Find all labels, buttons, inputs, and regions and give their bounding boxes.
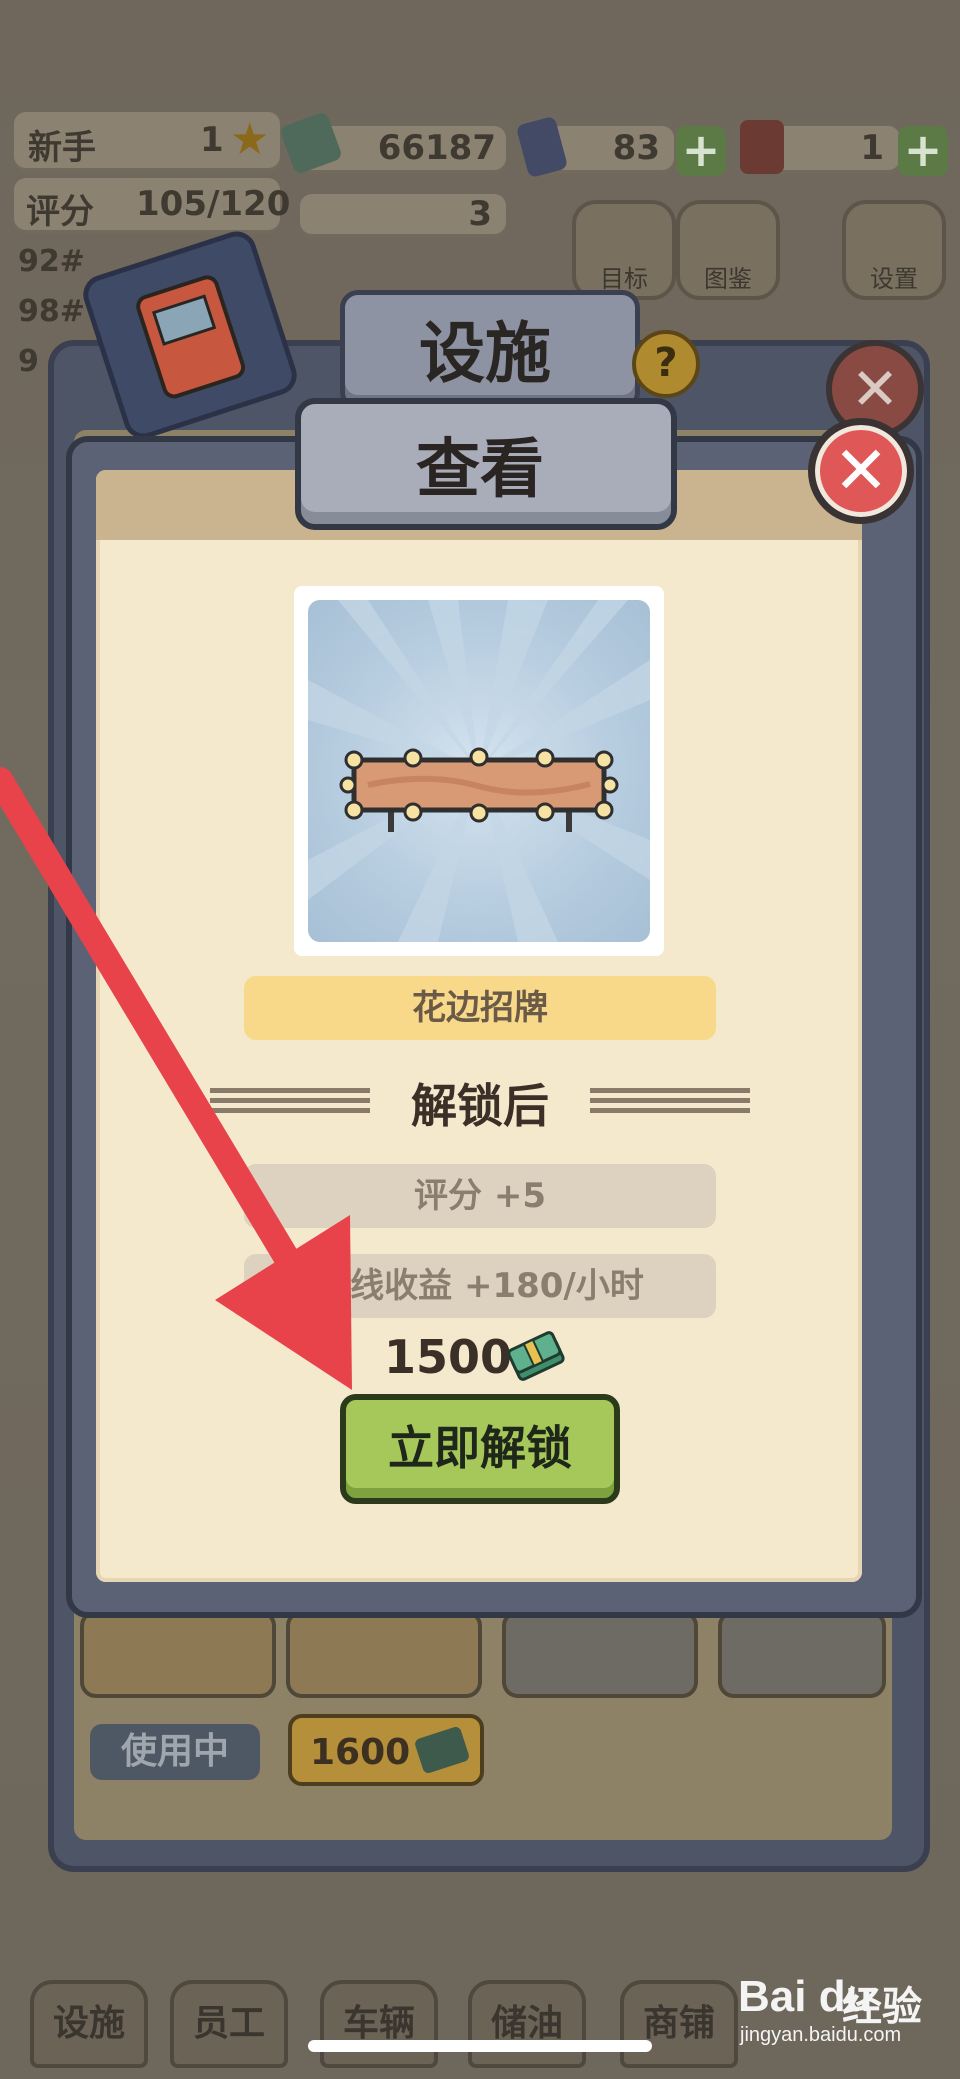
view-close-button[interactable]: ✕ xyxy=(808,418,914,524)
star-icon: ★ xyxy=(230,114,270,165)
facility-card[interactable] xyxy=(718,1610,886,1698)
add-tickets-button[interactable]: + xyxy=(898,126,948,176)
ticket-counter: 1 xyxy=(740,120,900,174)
secondary-value: 3 xyxy=(468,194,492,234)
rating-label: 评分 xyxy=(26,192,94,232)
home-indicator[interactable] xyxy=(308,2040,652,2052)
plus-icon: + xyxy=(681,123,721,177)
tab-shops[interactable]: 商铺 xyxy=(620,1980,738,2068)
fuel-item-98: 98# xyxy=(18,294,85,329)
money-icon xyxy=(506,1326,566,1386)
rank-level: 1 xyxy=(200,120,224,160)
rating-panel: 评分 105/120 xyxy=(14,178,290,234)
facilities-title: 设施 xyxy=(419,315,551,392)
facility-price-button[interactable]: 1600 xyxy=(288,1714,484,1786)
ticket-icon xyxy=(740,120,784,174)
rating-value: 105/120 xyxy=(136,184,291,224)
add-gems-button[interactable]: + xyxy=(676,126,726,176)
facility-card[interactable] xyxy=(502,1610,698,1698)
facility-price: 1600 xyxy=(310,1732,411,1773)
fuel-item-other: 9 xyxy=(18,344,39,379)
money-icon xyxy=(413,1725,471,1775)
view-title: 查看 xyxy=(416,433,544,507)
tab-staff[interactable]: 员工 xyxy=(170,1980,288,2068)
tab-facilities[interactable]: 设施 xyxy=(30,1980,148,2068)
close-icon: ✕ xyxy=(850,355,900,423)
unlock-now-button[interactable]: 立即解锁 xyxy=(340,1394,620,1504)
cash-value: 66187 xyxy=(377,128,496,168)
settings-button[interactable]: 设置 xyxy=(842,200,946,300)
secondary-counter: 3 xyxy=(300,194,506,238)
in-use-status: 使用中 xyxy=(90,1724,260,1780)
baidu-url: jingyan.baidu.com xyxy=(740,2024,902,2046)
gem-value: 83 xyxy=(612,128,660,168)
fuel-item-92: 92# xyxy=(18,244,85,279)
gem-counter: 83 xyxy=(515,115,674,179)
facility-card[interactable] xyxy=(286,1610,482,1698)
plus-icon: + xyxy=(903,123,943,177)
heading-decoration-right xyxy=(590,1088,750,1118)
baidu-watermark: Bai du 经验 jingyan.baidu.com xyxy=(738,1972,948,2052)
rank-label: 新手 xyxy=(28,128,96,168)
red-arrow-annotation xyxy=(0,767,352,1390)
rank-panel: 新手 1 ★ xyxy=(14,112,280,172)
facility-card[interactable] xyxy=(80,1610,276,1698)
help-icon[interactable]: ? xyxy=(632,330,700,398)
cash-counter: 66187 xyxy=(278,110,506,176)
tab-vehicles[interactable]: 车辆 xyxy=(320,1980,438,2068)
goals-button[interactable]: 目标 xyxy=(572,200,676,300)
ticket-value: 1 xyxy=(860,128,884,168)
close-icon: ✕ xyxy=(833,432,889,509)
tab-storage[interactable]: 储油 xyxy=(468,1980,586,2068)
